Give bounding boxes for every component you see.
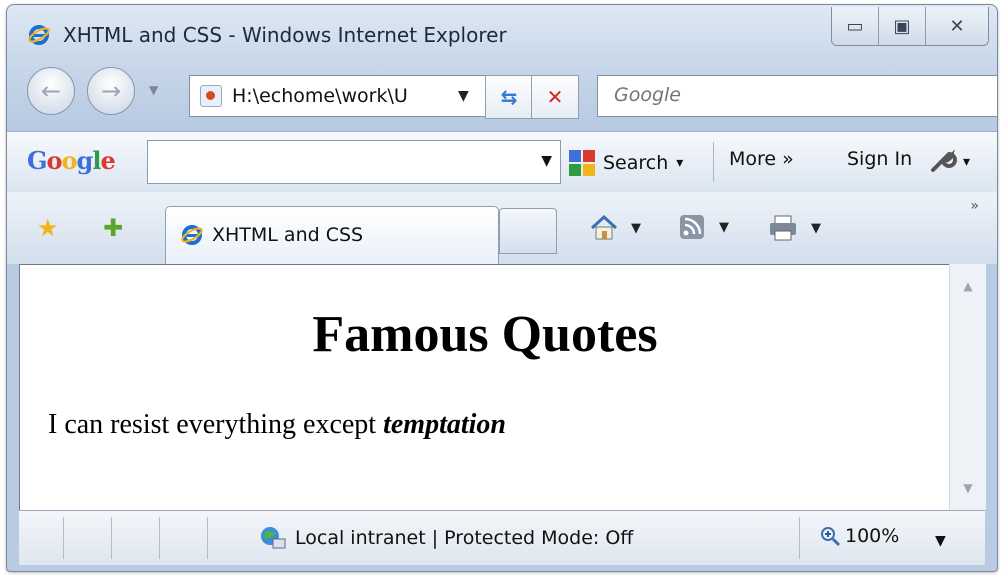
intranet-globe-icon <box>261 527 286 549</box>
search-options-dropdown-icon[interactable]: ▾ <box>676 155 683 171</box>
feeds-dropdown-icon[interactable]: ▼ <box>719 220 729 235</box>
home-button[interactable]: ▼ <box>589 214 641 242</box>
feeds-button[interactable]: ▼ <box>679 214 729 240</box>
search-input[interactable] <box>612 76 956 114</box>
google-logo-letter: g <box>76 146 94 175</box>
quote-paragraph: I can resist everything except temptatio… <box>48 409 506 441</box>
forward-arrow-icon: → <box>100 77 122 105</box>
refresh-icon: ⇆ <box>500 85 518 109</box>
google-toolbar: Google ▼ Search ▾ More » Sign In ▾ <box>7 131 997 193</box>
google-logo-letter: G <box>27 146 47 175</box>
google-logo-letter: o <box>61 146 78 175</box>
tab-label: XHTML and CSS <box>212 224 364 246</box>
settings-dropdown-icon: ▾ <box>963 154 971 170</box>
google-logo: Google <box>27 146 116 175</box>
tab-xhtml-and-css[interactable]: XHTML and CSS <box>165 206 499 265</box>
security-zone[interactable]: Local intranet | Protected Mode: Off <box>259 525 633 551</box>
quote-text: I can resist everything except <box>48 409 384 440</box>
page-content: Famous Quotes I can resist everything ex… <box>19 264 950 511</box>
status-divider <box>799 517 800 559</box>
stop-icon: ✕ <box>546 85 564 109</box>
wrench-icon <box>931 149 957 172</box>
address-dropdown-icon[interactable]: ▼ <box>458 88 469 104</box>
back-button[interactable]: ← <box>27 67 75 115</box>
page-heading: Famous Quotes <box>312 306 658 363</box>
google-logo-letter: o <box>46 146 63 175</box>
zoom-level: 100% <box>845 525 900 547</box>
favorites-center-button[interactable]: ★ <box>37 214 59 242</box>
ie-logo-icon <box>181 225 203 245</box>
close-icon: ✕ <box>949 15 965 37</box>
google-search-icon <box>569 150 595 176</box>
window-controls: ▭ ▣ ✕ <box>831 7 989 46</box>
add-favorite-icon: ✚ <box>103 214 124 242</box>
zoom-dropdown-icon[interactable]: ▼ <box>935 533 946 549</box>
settings-button[interactable]: ▾ <box>929 148 970 176</box>
more-button[interactable]: More » <box>729 148 794 170</box>
quote-emphasis: temptation <box>383 409 506 440</box>
refresh-button[interactable]: ⇆ <box>485 75 533 119</box>
toolbar-separator <box>713 142 714 182</box>
google-search-field[interactable]: ▼ <box>147 140 561 184</box>
zoom-magnifier-icon <box>821 527 841 547</box>
print-dropdown-icon[interactable]: ▼ <box>811 221 821 236</box>
favorites-star-icon: ★ <box>37 214 59 242</box>
scroll-down-arrow-icon[interactable]: ▼ <box>950 470 986 506</box>
status-divider <box>63 517 64 559</box>
google-logo-letter: e <box>100 146 115 175</box>
google-search-button[interactable]: Search ▾ <box>567 148 683 178</box>
minimize-button[interactable]: ▭ <box>832 7 879 45</box>
status-divider <box>159 517 160 559</box>
status-bar: Local intranet | Protected Mode: Off 100… <box>19 510 985 565</box>
home-dropdown-icon[interactable]: ▼ <box>631 221 641 236</box>
security-zone-text: Local intranet | Protected Mode: Off <box>295 527 634 549</box>
home-icon <box>590 214 618 240</box>
window-title: XHTML and CSS - Windows Internet Explore… <box>63 23 507 47</box>
ie-logo-icon <box>28 25 50 45</box>
maximize-button[interactable]: ▣ <box>879 7 926 45</box>
google-search-label: Search <box>603 152 669 174</box>
address-input[interactable]: H:\echome\work\U <box>232 85 452 107</box>
back-arrow-icon: ← <box>40 77 62 105</box>
google-search-input[interactable] <box>154 141 518 181</box>
maximize-icon: ▣ <box>893 15 911 37</box>
page-icon <box>200 85 222 107</box>
rss-feed-icon <box>680 215 704 239</box>
status-divider <box>207 517 208 559</box>
sign-in-button[interactable]: Sign In <box>847 148 912 170</box>
scroll-up-arrow-icon[interactable]: ▲ <box>950 268 986 304</box>
forward-button[interactable]: → <box>87 67 135 115</box>
zoom-control[interactable]: 100% <box>819 525 899 547</box>
minimize-icon: ▭ <box>846 15 864 37</box>
toolbar-overflow-chevron-icon[interactable]: » <box>970 198 979 214</box>
stop-button[interactable]: ✕ <box>531 75 579 119</box>
print-button[interactable]: ▼ <box>767 214 821 242</box>
tab-bar: ★ ✚ XHTML and CSS ▼ ▼ ▼ » <box>7 192 997 265</box>
recent-pages-dropdown[interactable]: ▼ <box>149 83 158 97</box>
navigation-bar: ← → ▼ H:\echome\work\U ▼ ⇆ ✕ <box>7 57 997 131</box>
browser-window: XHTML and CSS - Windows Internet Explore… <box>6 4 998 572</box>
title-bar: XHTML and CSS - Windows Internet Explore… <box>7 5 997 57</box>
printer-icon <box>770 215 796 241</box>
search-box[interactable] <box>597 75 997 117</box>
vertical-scrollbar[interactable]: ▲ ▼ <box>949 264 986 510</box>
status-divider <box>111 517 112 559</box>
add-to-favorites-button[interactable]: ✚ <box>103 214 123 242</box>
new-tab-button[interactable] <box>499 208 557 254</box>
close-button[interactable]: ✕ <box>926 7 988 45</box>
google-history-dropdown-icon[interactable]: ▼ <box>541 153 552 169</box>
address-bar[interactable]: H:\echome\work\U ▼ <box>189 75 487 117</box>
